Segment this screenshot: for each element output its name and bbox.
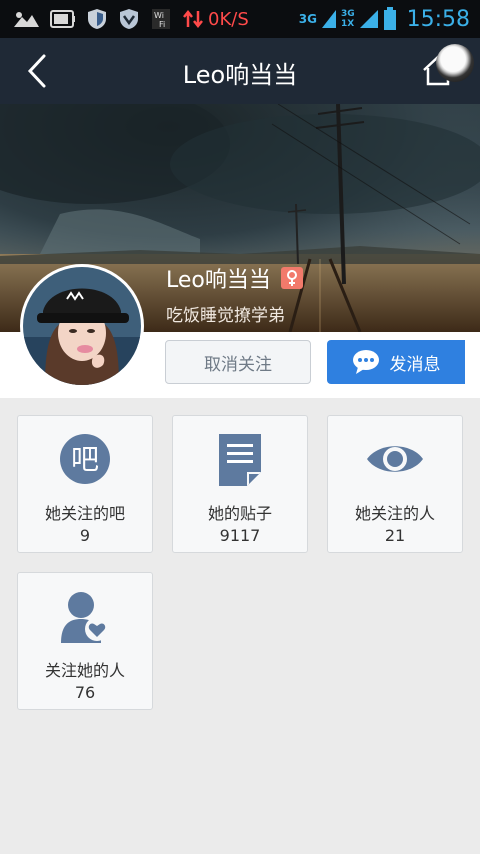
female-icon	[280, 267, 303, 289]
network-type-right: 3G 1X	[341, 9, 355, 29]
storage-icon	[50, 9, 76, 29]
network-type-left: 3G	[298, 12, 317, 26]
card-count: 21	[384, 526, 406, 545]
chat-bubble-icon	[352, 350, 379, 374]
post-document-icon	[173, 432, 307, 488]
card-count: 9	[79, 526, 91, 545]
user-signature: 吃饭睡觉撩学弟	[166, 306, 285, 326]
eye-icon	[328, 432, 462, 488]
followed-forums-card[interactable]: 吧 她关注的吧 9	[17, 415, 153, 553]
avatar[interactable]	[20, 264, 144, 388]
vpn-icon	[118, 8, 140, 30]
page-title: Leo响当当	[182, 61, 298, 89]
net-speed: 0K/S	[182, 9, 249, 30]
shield-icon	[86, 8, 108, 30]
transfer-arrows-icon	[183, 9, 203, 29]
send-message-button[interactable]: 发消息	[327, 340, 465, 384]
card-label: 她的贴子	[207, 504, 272, 523]
unfollow-button[interactable]: 取消关注	[165, 340, 311, 384]
battery-icon	[383, 7, 397, 31]
posts-card[interactable]: 她的贴子 9117	[172, 415, 308, 553]
status-bar: Wi Fi 0K/S 3G 3G 1X 15:58	[0, 0, 480, 38]
fans-user-heart-icon	[18, 589, 152, 645]
signal-icon	[321, 8, 337, 30]
avatar-photo	[23, 267, 141, 385]
clock: 15:58	[406, 6, 470, 32]
floating-assist-ball[interactable]	[436, 44, 474, 82]
avatar-image	[23, 267, 141, 385]
title-bar: Leo响当当	[0, 38, 480, 104]
send-message-label: 发消息	[389, 354, 441, 375]
net-speed-value: 0K/S	[208, 8, 249, 30]
svg-text:Wi: Wi	[154, 11, 164, 20]
forum-ba-icon: 吧	[18, 432, 152, 488]
card-label: 她关注的人	[354, 504, 435, 523]
following-card[interactable]: 她关注的人 21	[327, 415, 463, 553]
forum-ba-glyph: 吧	[71, 443, 99, 476]
status-bar-right: 3G 3G 1X 15:58	[299, 4, 470, 34]
svg-text:Fi: Fi	[159, 20, 165, 29]
user-name: Leo响当当	[166, 262, 303, 294]
card-label: 关注她的人	[44, 661, 125, 680]
card-label: 她关注的吧	[44, 504, 125, 523]
status-bar-left: Wi Fi 0K/S	[12, 6, 249, 32]
followers-card[interactable]: 关注她的人 76	[17, 572, 153, 710]
user-name-text: Leo响当当	[166, 268, 271, 293]
weather-icon	[12, 9, 40, 29]
card-count: 76	[74, 683, 96, 702]
network-type-right-label: 3G	[340, 9, 355, 19]
signal-bars-icon	[359, 8, 379, 30]
wifi-icon: Wi Fi	[150, 7, 172, 31]
network-sub-label: 1X	[340, 19, 355, 29]
card-count: 9117	[219, 526, 261, 545]
